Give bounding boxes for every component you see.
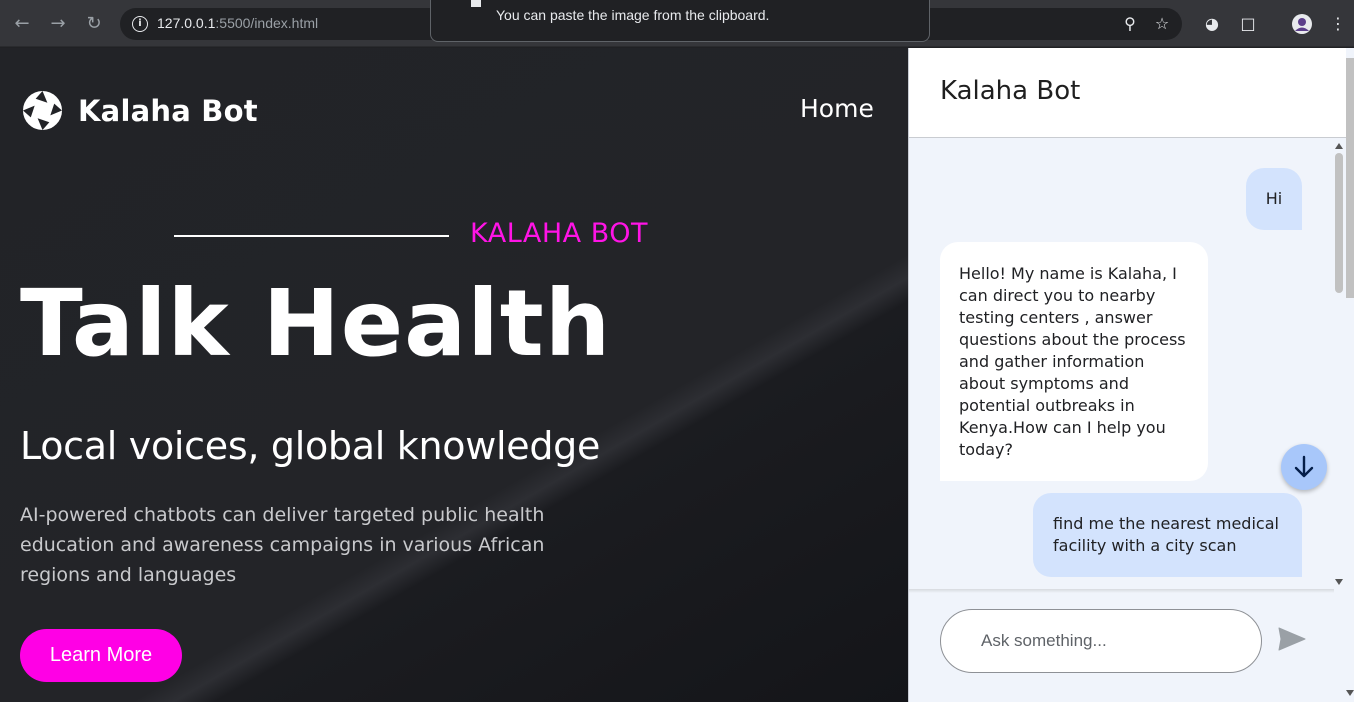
scrollbar-thumb[interactable]	[1335, 153, 1343, 293]
chat-header: Kalaha Bot	[909, 48, 1354, 138]
avatar[interactable]	[1290, 12, 1314, 41]
message-list[interactable]: Hi Hello! My name is Kalaha, I can direc…	[909, 139, 1334, 589]
learn-more-button[interactable]: Learn More	[20, 629, 182, 682]
forward-icon[interactable]: →	[46, 12, 70, 36]
browser-toolbar: ← → ↻ i 127.0.0.1:5500/index.html ⚲ ☆ ◕ …	[0, 0, 1354, 47]
chat-title: Kalaha Bot	[940, 76, 1081, 106]
hero-description: AI-powered chatbots can deliver targeted…	[20, 504, 545, 586]
page-title: Talk Health	[20, 270, 612, 377]
eyebrow-divider	[174, 235, 449, 237]
chat-input-container[interactable]	[940, 609, 1262, 673]
more-icon[interactable]: ⋮	[1326, 12, 1350, 36]
clipboard-toast: You can paste the image from the clipboa…	[430, 0, 930, 42]
puzzle-icon[interactable]: □	[1236, 12, 1260, 36]
page-scrollbar[interactable]	[1346, 48, 1354, 702]
toast-text: You can paste the image from the clipboa…	[496, 7, 770, 23]
page-scroll-down-icon	[1346, 690, 1354, 696]
send-button[interactable]	[1277, 624, 1307, 654]
message-scrollbar[interactable]	[1333, 139, 1347, 589]
scroll-down-arrow-icon	[1335, 579, 1343, 585]
info-icon[interactable]: i	[132, 16, 148, 32]
user-message: find me the nearest medical facility wit…	[1033, 493, 1302, 577]
page-subtitle: Local voices, global knowledge	[20, 424, 601, 468]
scroll-up-arrow-icon	[1335, 143, 1343, 149]
reload-icon[interactable]: ↻	[82, 12, 106, 36]
scroll-down-button[interactable]	[1281, 444, 1327, 490]
back-icon[interactable]: ←	[10, 12, 34, 36]
arrow-down-icon	[1294, 455, 1314, 478]
star-icon[interactable]: ☆	[1150, 12, 1174, 36]
eyebrow-label: KALAHA BOT	[470, 218, 648, 249]
zoom-icon[interactable]: ⚲	[1118, 12, 1142, 36]
chat-input[interactable]	[981, 626, 1241, 656]
bot-message: Hello! My name is Kalaha, I can direct y…	[940, 242, 1208, 481]
nav-home-link[interactable]: Home	[800, 94, 874, 123]
input-divider	[909, 589, 1334, 593]
brand-name: Kalaha Bot	[78, 93, 258, 128]
hero-section: Kalaha Bot Home KALAHA BOT Talk Health L…	[0, 48, 908, 702]
clipboard-thumbnail	[471, 0, 481, 7]
page-scrollbar-thumb[interactable]	[1346, 58, 1354, 298]
aperture-logo-icon	[22, 90, 63, 131]
user-message: Hi	[1246, 168, 1302, 230]
extension-icon[interactable]: ◕	[1200, 12, 1224, 36]
send-icon	[1278, 627, 1306, 651]
url-text[interactable]: 127.0.0.1:5500/index.html	[157, 15, 318, 31]
chat-panel: Kalaha Bot Hi Hello! My name is Kalaha, …	[908, 48, 1354, 702]
brand[interactable]: Kalaha Bot	[22, 90, 258, 131]
